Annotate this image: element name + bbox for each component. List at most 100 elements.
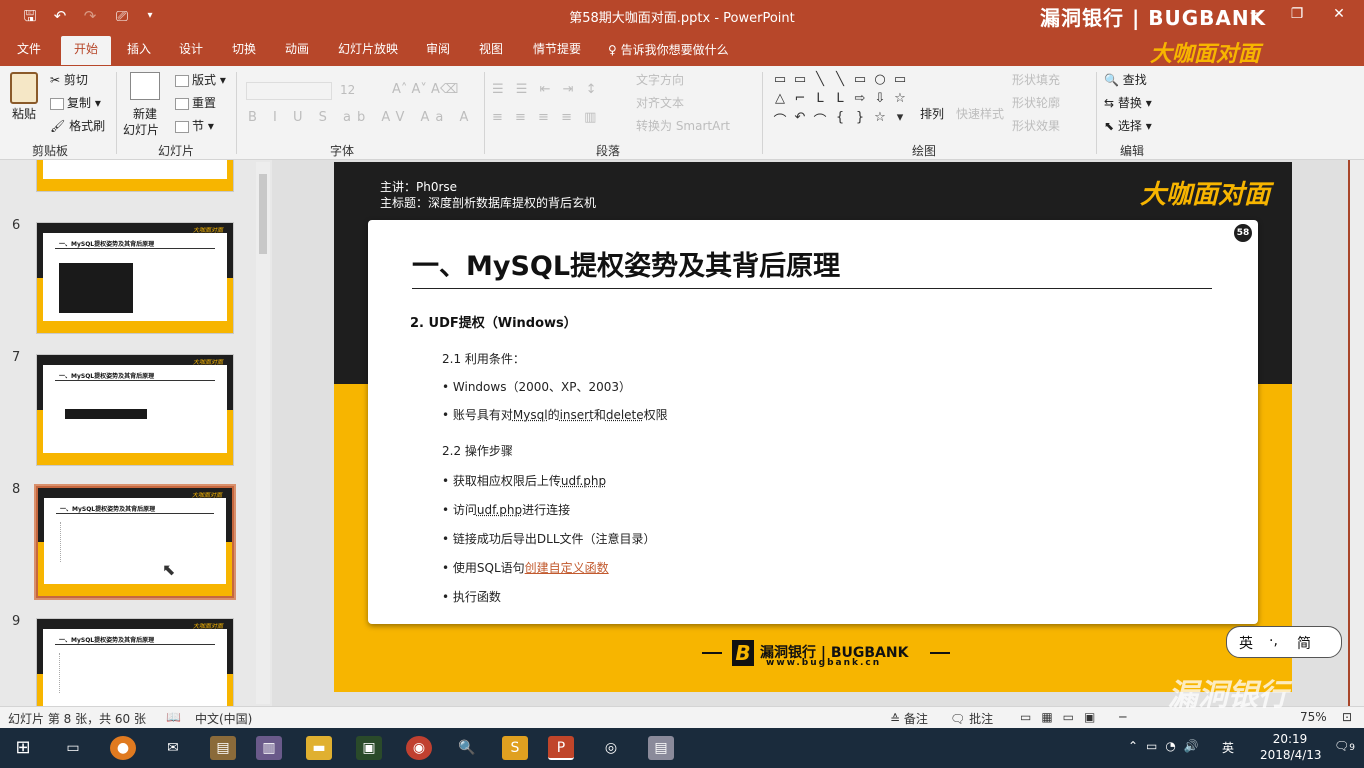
group-divider: [236, 72, 237, 154]
reset-button[interactable]: 重置: [175, 95, 216, 111]
thumb-logo: 大咖面对面: [191, 492, 222, 499]
search-app-icon[interactable]: 🔍: [454, 736, 480, 760]
system-tray-icons[interactable]: ⌃▭◔🔊: [1128, 739, 1207, 753]
thumb-text-lines: [59, 653, 139, 693]
quick-styles-button[interactable]: 快速样式: [956, 106, 1004, 122]
footer-url: www.bugbank.cn: [766, 658, 882, 668]
app-icon-3[interactable]: ▤: [210, 736, 236, 760]
notification-icon[interactable]: 🗨9: [1334, 739, 1355, 753]
text-direction-button[interactable]: 文字方向: [636, 72, 684, 88]
scrollbar-thumb[interactable]: [259, 174, 267, 254]
app-icon-9[interactable]: S: [502, 736, 528, 760]
new-slide-label2: 幻灯片: [123, 123, 160, 137]
ime-mode[interactable]: 简: [1297, 633, 1311, 653]
select-button[interactable]: ⬉ 选择 ▾: [1104, 118, 1152, 134]
app-icon-1[interactable]: ●: [110, 736, 136, 760]
section-button[interactable]: 节 ▾: [175, 118, 214, 134]
slide-thumb-9[interactable]: 大咖面对面 一、MySQL提权姿势及其背后原理: [36, 618, 234, 706]
close-icon[interactable]: ✕: [1324, 6, 1354, 22]
ime-lang[interactable]: 英: [1239, 633, 1253, 653]
spellcheck-icon[interactable]: 📖: [166, 710, 181, 724]
step-2: • 访问udf.php进行连接: [442, 503, 571, 517]
font-size-box[interactable]: 12: [340, 82, 355, 98]
cut-button[interactable]: ✂ 剪切: [50, 72, 88, 88]
mail-icon[interactable]: ✉: [160, 736, 186, 760]
canvas-scrollbar[interactable]: [1350, 160, 1364, 706]
layout-button[interactable]: 版式 ▾: [175, 72, 226, 88]
editing-group-label: 编辑: [1120, 144, 1145, 158]
powerpoint-taskbar-icon[interactable]: P: [548, 736, 574, 760]
view-buttons[interactable]: ▭▦▭▣ ─: [1020, 710, 1136, 724]
shapes-gallery[interactable]: ▭ ▭ ╲ ╲ ▭ ○ ▭ △ ⌐ ᒪ ᒪ ⇨ ⇩ ☆ ⌒ ↶ ⌒{} ☆ ▾: [770, 72, 910, 132]
tab-view[interactable]: 视图: [479, 40, 503, 57]
app-icon-12[interactable]: ▤: [648, 736, 674, 760]
tab-insert[interactable]: 插入: [127, 40, 151, 57]
new-slide-button[interactable]: 新建: [133, 106, 157, 122]
app-icon-7[interactable]: ◉: [406, 736, 432, 760]
comments-button[interactable]: 🗨 批注: [950, 710, 993, 727]
tab-review[interactable]: 审阅: [426, 40, 450, 57]
tab-transitions[interactable]: 切换: [232, 40, 256, 57]
smartart-button[interactable]: 转换为 SmartArt: [636, 118, 730, 134]
copy-icon: [50, 97, 64, 110]
list-icons[interactable]: ☰ ☰ ⇤ ⇥ ↕: [492, 82, 601, 98]
scissors-icon: ✂: [50, 73, 64, 87]
bullet-windows: • Windows（2000、XP、2003）: [442, 380, 631, 394]
app-icon-4[interactable]: ▥: [256, 736, 282, 760]
shape-effects-button[interactable]: 形状效果: [1012, 118, 1060, 134]
restore-icon[interactable]: ❐: [1282, 6, 1312, 22]
language-indicator[interactable]: 中文(中国): [195, 710, 252, 727]
slide-thumb-5[interactable]: [36, 160, 234, 192]
replace-button[interactable]: ⇆ 替换 ▾: [1104, 95, 1152, 111]
arrange-button[interactable]: 排列: [920, 106, 944, 122]
create-function-link[interactable]: 创建自定义函数: [525, 561, 609, 575]
clipboard-group-label: 剪贴板: [32, 144, 69, 158]
copy-button[interactable]: 复制 ▾: [50, 95, 101, 111]
align-icons[interactable]: ≡ ≡ ≡ ≡ ▥: [492, 110, 600, 126]
paste-icon[interactable]: [10, 72, 38, 104]
font-size-grow-icon[interactable]: A˄ A˅ A⌫: [392, 82, 458, 98]
zoom-level[interactable]: 75%: [1300, 710, 1327, 724]
tab-storyboard[interactable]: 情节提要: [533, 40, 581, 57]
app-icon-6[interactable]: ▣: [356, 736, 382, 760]
obs-icon[interactable]: ◎: [598, 736, 624, 760]
brand-overlay-top: 漏洞银行 | BUGBANK: [1040, 6, 1267, 30]
tab-animations[interactable]: 动画: [285, 40, 309, 57]
group-divider: [116, 72, 117, 154]
align-text-button[interactable]: 对齐文本: [636, 95, 684, 111]
new-slide-icon[interactable]: [130, 72, 160, 100]
find-button[interactable]: 🔍 查找: [1104, 72, 1147, 88]
current-slide[interactable]: 主讲：Ph0rse 主标题：深度剖析数据库提权的背后玄机 大咖面对面 一、MyS…: [334, 162, 1292, 692]
ime-punct[interactable]: ·,: [1269, 633, 1278, 649]
fit-slide-icon[interactable]: ⊡: [1342, 710, 1352, 724]
folder-icon[interactable]: ▬: [306, 736, 332, 760]
shape-fill-button[interactable]: 形状填充: [1012, 72, 1060, 88]
font-format-icons[interactable]: B I U S ab AV Aa A: [248, 110, 474, 126]
task-view-icon[interactable]: ▭: [60, 736, 86, 760]
slide-thumb-7[interactable]: 大咖面对面 一、MySQL提权姿势及其背后原理: [36, 354, 234, 466]
notes-button[interactable]: ≙ 备注: [890, 710, 928, 727]
tray-ime[interactable]: 英: [1222, 739, 1234, 756]
paste-button[interactable]: 粘贴: [12, 106, 36, 122]
taskbar-clock[interactable]: 20:19 2018/4/13: [1260, 731, 1322, 763]
font-name-box[interactable]: [246, 82, 332, 100]
tab-home[interactable]: 开始: [61, 36, 112, 65]
section-heading: 2. UDF提权（Windows）: [410, 316, 577, 331]
tab-design[interactable]: 设计: [179, 40, 203, 57]
tab-slideshow[interactable]: 幻灯片放映: [338, 40, 398, 57]
thumbnail-scrollbar[interactable]: [256, 162, 270, 704]
format-painter-button[interactable]: 🖌 格式刷: [50, 118, 105, 134]
thumb-title: 一、MySQL提权姿势及其背后原理: [59, 241, 155, 248]
tab-file[interactable]: 文件: [17, 40, 41, 57]
windows-start-icon[interactable]: ⊞: [10, 736, 36, 760]
shape-outline-button[interactable]: 形状轮廓: [1012, 95, 1060, 111]
status-bar: 幻灯片 第 8 张，共 60 张 📖 中文(中国) ≙ 备注 🗨 批注 ▭▦▭▣…: [0, 706, 1364, 728]
tell-me-search[interactable]: ♀ 告诉我你想要做什么: [608, 41, 729, 58]
thumb-code-image: [59, 263, 133, 313]
ime-toolbar[interactable]: 英 ·, 简: [1226, 626, 1342, 658]
slide-thumb-8-selected[interactable]: 大咖面对面 一、MySQL提权姿势及其背后原理 ⬉: [34, 484, 236, 600]
replace-icon: ⇆: [1104, 96, 1115, 110]
footer-dash-left: [702, 652, 722, 654]
slide-thumb-6[interactable]: 大咖面对面 一、MySQL提权姿势及其背后原理: [36, 222, 234, 334]
slide-number: 6: [12, 218, 21, 233]
